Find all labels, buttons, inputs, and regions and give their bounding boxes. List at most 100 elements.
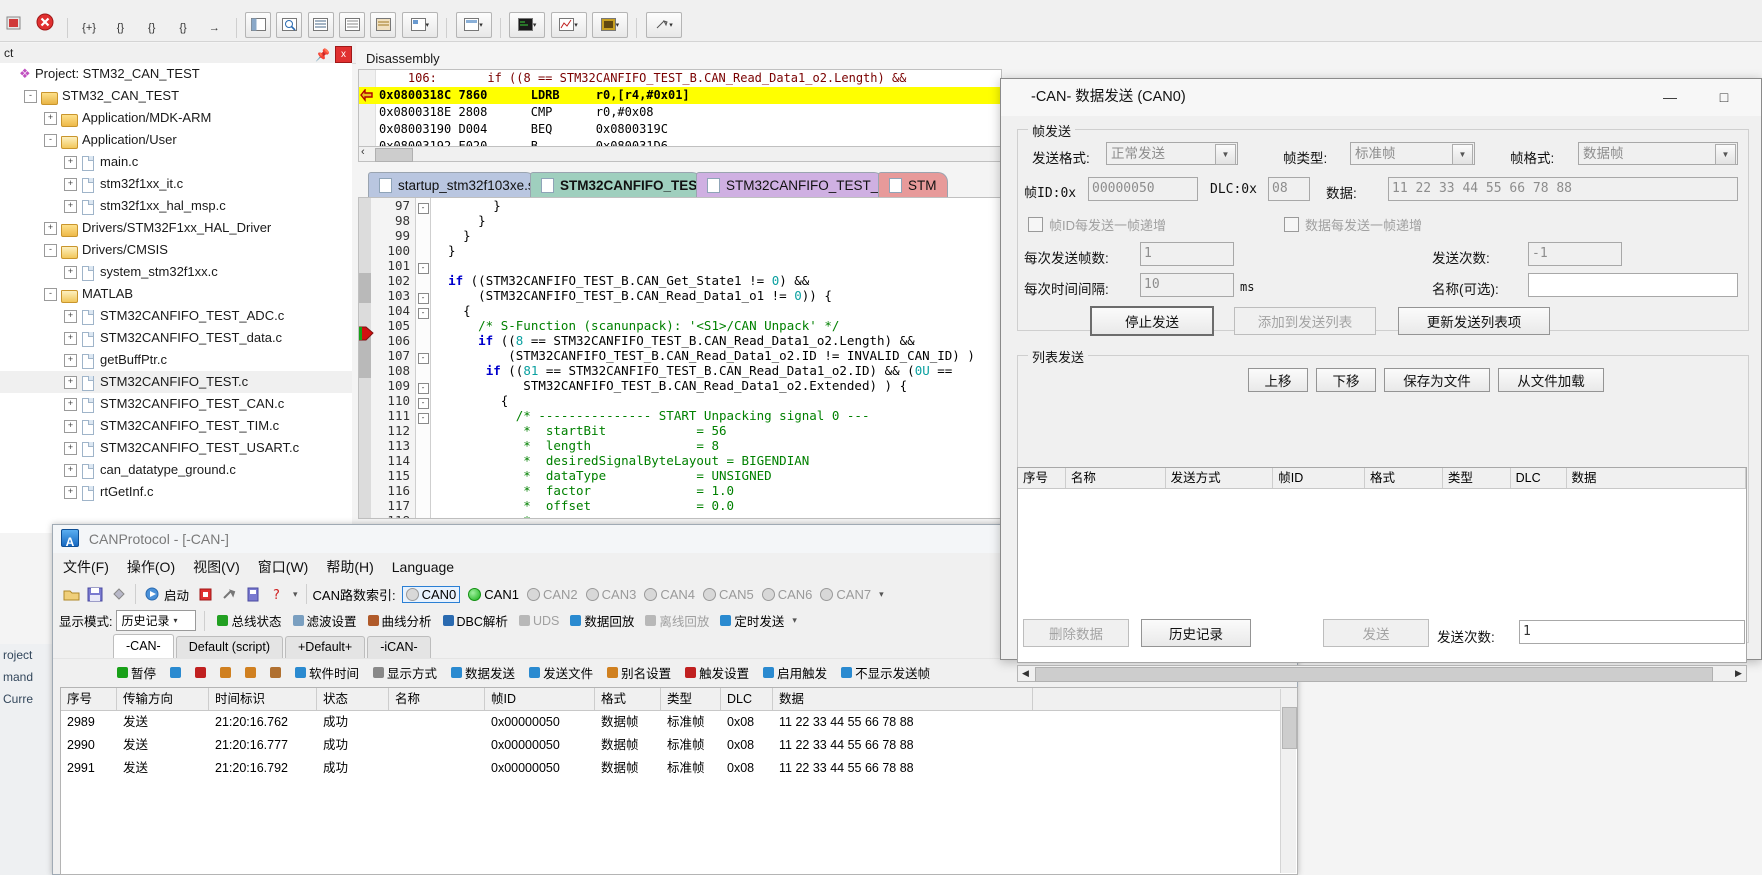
- tree-item[interactable]: + STM32CANFIFO_TEST_TIM.c: [0, 415, 352, 437]
- table-column-header[interactable]: 名称: [389, 688, 485, 710]
- list-column-header[interactable]: 名称: [1066, 468, 1166, 488]
- scroll-left-icon[interactable]: ◀: [1018, 668, 1033, 679]
- list-column-header[interactable]: 发送方式: [1166, 468, 1274, 488]
- tree-expander[interactable]: +: [64, 200, 77, 214]
- toolbar3-button[interactable]: 暂停: [113, 662, 160, 683]
- menu-item[interactable]: 视图(V): [193, 559, 240, 575]
- code-line[interactable]: * length = 8: [433, 438, 1001, 453]
- tree-expander[interactable]: +: [64, 376, 77, 390]
- keil-toolbar[interactable]: {+} {} {} {} → ▾ ▾ ▾ ▾ ▾ ▾: [0, 0, 1762, 42]
- toolbar-button[interactable]: 滤波设置: [289, 610, 361, 631]
- scroll-right-icon[interactable]: ▶: [1731, 668, 1746, 679]
- tree-item[interactable]: + system_stm32f1xx.c: [0, 261, 352, 283]
- command-window-icon[interactable]: [245, 11, 272, 38]
- tree-expander[interactable]: +: [64, 420, 77, 434]
- fold-marker[interactable]: -: [416, 288, 430, 304]
- add-to-list-button[interactable]: 添加到发送列表: [1234, 307, 1376, 335]
- trace-window-icon[interactable]: ▾: [591, 11, 628, 38]
- toolbar3-button[interactable]: [241, 666, 260, 679]
- docked-pane-label[interactable]: roject: [0, 644, 52, 666]
- disassembly-view[interactable]: 106: if ((8 == STM32CANFIFO_TEST_B.CAN_R…: [358, 69, 1002, 157]
- code-line[interactable]: * dataType = UNSIGNED: [433, 468, 1001, 483]
- analysis-window-icon[interactable]: ▾: [550, 11, 587, 38]
- stop-send-button[interactable]: 停止发送: [1090, 306, 1214, 336]
- can-channel-radio[interactable]: CAN3: [585, 587, 636, 602]
- move-up-button[interactable]: 上移: [1248, 368, 1308, 392]
- menu-item[interactable]: Language: [392, 559, 454, 575]
- tree-item[interactable]: + can_datatype_ground.c: [0, 459, 352, 481]
- list-column-header[interactable]: DLC: [1511, 468, 1567, 488]
- menu-item[interactable]: 文件(F): [63, 559, 109, 575]
- toolbar-button[interactable]: 定时发送: [716, 610, 788, 631]
- tree-expander[interactable]: +: [44, 222, 57, 236]
- data-input[interactable]: 11 22 33 44 55 66 78 88: [1388, 177, 1738, 201]
- memory-window-icon[interactable]: ▾: [455, 11, 492, 38]
- code-line[interactable]: }: [433, 213, 1001, 228]
- debug-reset-icon[interactable]: [1, 10, 27, 36]
- code-line[interactable]: }: [433, 228, 1001, 243]
- tree-expander[interactable]: +: [64, 156, 77, 170]
- editor-tab[interactable]: STM32CANFIFO_TEST.c: [530, 172, 716, 201]
- left-docked-panes[interactable]: roject mand Curre: [0, 644, 53, 875]
- list-column-header[interactable]: 序号: [1018, 468, 1066, 488]
- tree-item[interactable]: + stm32f1xx_it.c: [0, 173, 352, 195]
- tree-item[interactable]: + main.c: [0, 151, 352, 173]
- tree-item[interactable]: - Application/User: [0, 129, 352, 151]
- can-view-tab[interactable]: Default (script): [175, 636, 283, 658]
- table-column-header[interactable]: 数据: [773, 688, 1033, 710]
- disassembly-line[interactable]: 106: if ((8 == STM32CANFIFO_TEST_B.CAN_R…: [359, 70, 1001, 87]
- frame-id-input[interactable]: 00000050: [1088, 177, 1198, 201]
- tree-expander[interactable]: +: [64, 310, 77, 324]
- tree-expander[interactable]: -: [44, 288, 57, 302]
- fold-marker[interactable]: [416, 333, 430, 348]
- save-icon[interactable]: [85, 584, 105, 604]
- toolbar3-button[interactable]: 不显示发送帧: [837, 662, 934, 683]
- code-line[interactable]: * desiredSignalByteLayout = BIGENDIAN: [433, 453, 1001, 468]
- tree-expander[interactable]: +: [64, 442, 77, 456]
- list-column-header[interactable]: 格式: [1365, 468, 1443, 488]
- table-row[interactable]: 2991 发送 21:20:16.792 成功 0x00000050 数据帧 标准帧 0x08…: [61, 757, 1297, 780]
- tree-item[interactable]: + getBuffPtr.c: [0, 349, 352, 371]
- table-column-header[interactable]: 时间标识: [209, 688, 317, 710]
- table-body[interactable]: 2989 发送 21:20:16.762 成功 0x00000050 数据帧 标准帧 0x08…: [61, 711, 1297, 780]
- tree-expander[interactable]: +: [64, 464, 77, 478]
- editor-tab[interactable]: STM: [878, 172, 948, 197]
- menu-item[interactable]: 窗口(W): [258, 559, 309, 575]
- list-column-header[interactable]: 帧ID: [1273, 468, 1366, 488]
- toolbar3-button[interactable]: 触发设置: [681, 662, 753, 683]
- tree-item[interactable]: + STM32CANFIFO_TEST_ADC.c: [0, 305, 352, 327]
- serial-window-icon[interactable]: ▾: [509, 11, 546, 38]
- code-line[interactable]: * factor = 1.0: [433, 483, 1001, 498]
- fold-marker[interactable]: [416, 363, 430, 378]
- code-line[interactable]: }: [433, 243, 1001, 258]
- data-increment-checkbox[interactable]: 数据每发送一帧递增: [1284, 215, 1422, 234]
- maximize-icon[interactable]: □: [1701, 79, 1747, 116]
- code-line[interactable]: * offset = 0.0: [433, 498, 1001, 513]
- toolbar-button[interactable]: 离线回放: [641, 610, 713, 631]
- disassembly-line[interactable]: 0x0800318C 7860 LDRB r0,[r4,#0x01]: [359, 87, 1001, 104]
- tree-expander[interactable]: -: [24, 90, 37, 104]
- docked-pane-label[interactable]: mand: [0, 666, 52, 688]
- fold-marker[interactable]: -: [416, 408, 430, 424]
- send-button[interactable]: 发送: [1323, 619, 1429, 647]
- disassembly-hscrollbar[interactable]: ‹: [358, 146, 1002, 162]
- list-table-hscrollbar[interactable]: ◀ ▶: [1017, 665, 1747, 682]
- tree-expander[interactable]: +: [44, 112, 57, 126]
- code-line[interactable]: STM32CANFIFO_TEST_B.CAN_Read_Data1_o2.Ex…: [433, 378, 1001, 393]
- open-icon[interactable]: [61, 584, 81, 604]
- tree-item[interactable]: + Drivers/STM32F1xx_HAL_Driver: [0, 217, 352, 239]
- editor-tab[interactable]: startup_stm32f103xe.s: [368, 172, 536, 197]
- can-message-table[interactable]: 序号 传输方向 时间标识 状态 名称 帧ID 格式 类型 DLC 数据 2989 发送 21:20:1…: [60, 687, 1298, 875]
- code-line[interactable]: if ((STM32CANFIFO_TEST_B.CAN_Get_State1 …: [433, 273, 1001, 288]
- registers-window-icon[interactable]: [339, 11, 366, 38]
- fold-gutter[interactable]: ---------: [416, 198, 431, 518]
- can-channel-radio[interactable]: CAN4: [644, 587, 695, 602]
- can-view-tab[interactable]: +Default+: [285, 636, 366, 658]
- frame-format-select[interactable]: 数据帧 ▼: [1578, 142, 1738, 165]
- tree-item[interactable]: + rtGetInf.c: [0, 481, 352, 503]
- toolbar-button[interactable]: UDS: [515, 613, 563, 629]
- toolbar3-button[interactable]: [191, 666, 210, 679]
- update-list-item-button[interactable]: 更新发送列表项: [1398, 307, 1550, 335]
- save-to-file-button[interactable]: 保存为文件: [1384, 368, 1490, 392]
- fold-marker[interactable]: [416, 453, 430, 468]
